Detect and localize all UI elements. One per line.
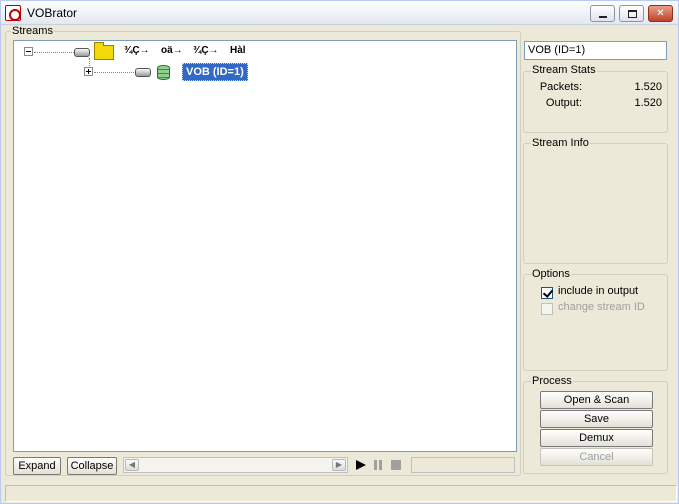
drive-icon <box>135 68 151 77</box>
tree-column-label: ¾Ç→ <box>193 45 219 56</box>
folder-icon <box>94 42 114 60</box>
process-legend: Process <box>531 375 573 387</box>
stream-icon <box>157 65 170 80</box>
collapse-button[interactable]: Collapse <box>67 457 117 475</box>
expand-button[interactable]: Expand <box>13 457 61 475</box>
play-icon[interactable] <box>356 460 366 470</box>
change-stream-id-label: change stream ID <box>558 301 645 313</box>
open-scan-button[interactable]: Open & Scan <box>540 391 653 409</box>
window-title: VOBrator <box>27 6 78 20</box>
stream-stats-legend: Stream Stats <box>531 64 597 76</box>
progress-bar <box>411 457 515 473</box>
close-button[interactable]: ✕ <box>648 5 673 22</box>
minimize-button[interactable] <box>590 5 615 22</box>
maximize-icon <box>628 10 637 18</box>
stream-info-legend: Stream Info <box>531 137 590 149</box>
scroll-right-icon[interactable]: ▶ <box>332 459 346 471</box>
tree-node-selected[interactable]: VOB (ID=1) <box>182 63 248 81</box>
include-in-output-checkbox[interactable] <box>541 287 553 299</box>
options-group: include in output change stream ID <box>523 274 668 371</box>
packets-label: Packets: <box>539 81 582 93</box>
maximize-button[interactable] <box>619 5 644 22</box>
tree-column-label: oä→ <box>161 45 183 56</box>
expand-node-icon[interactable] <box>84 67 93 76</box>
save-button[interactable]: Save <box>540 410 653 428</box>
pause-icon[interactable] <box>374 460 384 470</box>
close-icon: ✕ <box>656 8 665 19</box>
tree-column-label: ¾Ç→ <box>124 45 150 56</box>
include-in-output-label: include in output <box>558 285 639 297</box>
stream-info-group <box>523 143 668 264</box>
stream-stats-group: Packets: 1.520 Output: 1.520 <box>523 71 668 133</box>
app-icon <box>5 5 21 21</box>
options-legend: Options <box>531 268 571 280</box>
collapse-node-icon[interactable] <box>24 47 33 56</box>
drive-icon <box>74 48 90 57</box>
minimize-icon <box>599 16 607 18</box>
selected-stream-name: VOB (ID=1) <box>524 41 667 60</box>
tree-column-label: Hàl <box>230 45 246 56</box>
streams-legend: Streams <box>11 25 54 37</box>
packets-value: 1.520 <box>634 81 662 93</box>
stop-icon[interactable] <box>391 460 401 470</box>
tree-line <box>94 72 136 73</box>
cancel-button[interactable]: Cancel <box>540 448 653 466</box>
tree-line <box>34 52 78 53</box>
title-bar: VOBrator ✕ <box>1 1 678 25</box>
stream-tree[interactable] <box>13 40 517 452</box>
horizontal-scrollbar[interactable]: ◀ ▶ <box>123 457 348 473</box>
output-label: Output: <box>545 97 582 109</box>
main-window: VOBrator ✕ Streams ¾Ç→ oä→ ¾Ç→ Hàl VOB (… <box>0 0 679 504</box>
scroll-left-icon[interactable]: ◀ <box>125 459 139 471</box>
output-value: 1.520 <box>634 97 662 109</box>
change-stream-id-checkbox[interactable] <box>541 303 553 315</box>
status-bar <box>5 485 677 502</box>
demux-button[interactable]: Demux <box>540 429 653 447</box>
